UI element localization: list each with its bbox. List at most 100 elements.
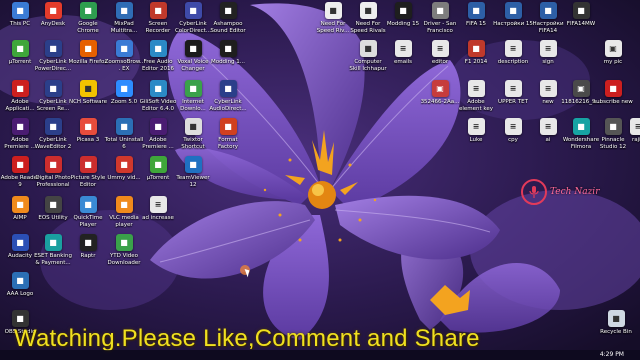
desktop-icon[interactable]: ≡ description <box>495 40 531 76</box>
desktop-icon[interactable]: ■ GiliSoft Video Editor 6.4.0 <box>140 80 176 116</box>
modding-icon: ■ <box>219 40 237 57</box>
desktop-icon[interactable]: ■ QuickTime Player <box>70 196 106 232</box>
folder-icon: ■ <box>359 40 377 57</box>
desktop-icon[interactable]: ≡ Luke <box>458 118 494 154</box>
powerdirector-icon: ■ <box>44 40 62 57</box>
desktop-icon[interactable]: ≡ emails <box>385 40 421 76</box>
desktop-icon[interactable]: ■ F1 2014 <box>458 40 494 76</box>
desktop-icon-label: description <box>497 59 529 65</box>
desktop-icon-label: Ashampoo Sound Editor <box>210 21 246 34</box>
desktop-icon-label: Computer Skill Ichhapur <box>349 59 387 72</box>
desktop-icon[interactable]: ■ Voxal Voice Changer <box>175 40 211 76</box>
desktop-icon[interactable]: ■ AAA Logo <box>2 272 38 308</box>
desktop-icon-label: my pic <box>603 59 623 65</box>
desktop-icon[interactable]: ■ MixPad Multitra... <box>106 2 142 38</box>
ytd-icon: ■ <box>115 234 133 251</box>
desktop-icon-label: NCH Software <box>68 99 108 105</box>
file-icon: ≡ <box>431 40 449 57</box>
desktop-icon[interactable]: ■ Total Uninstall 6 <box>105 118 143 154</box>
desktop-icon[interactable]: ▣ my pic <box>595 40 631 76</box>
desktop-icon[interactable]: ≡ UPPER TET <box>495 80 531 116</box>
desktop-icon[interactable]: ≡ rajiv <box>620 118 640 154</box>
desktop-icon[interactable]: ■ Modding 1... <box>210 40 246 76</box>
desktop-icon[interactable]: ■ µTorrent <box>140 156 176 192</box>
desktop-icon[interactable]: ■ Digital Photo Professional <box>35 156 71 192</box>
desktop-icon[interactable]: ■ Computer Skill Ichhapur <box>349 40 387 76</box>
desktop-icon[interactable]: ■ CyberLink Screen Re... <box>35 80 71 116</box>
desktop-icon[interactable]: ■ FIFA14MW <box>563 2 599 38</box>
desktop-icon[interactable]: ■ Internet Downlo... <box>175 80 211 116</box>
desktop-icon[interactable]: ■ EOS Utility <box>35 196 71 232</box>
nfs-rivals-icon: ■ <box>359 2 377 19</box>
recycle-bin-icon: ■ <box>607 310 625 327</box>
recorder-icon: ■ <box>149 2 167 19</box>
desktop-icon[interactable]: ■ Настройки FIFA14 <box>530 2 566 38</box>
desktop-icon[interactable]: ■ CyberLink WaveEditor 2 <box>35 118 71 154</box>
desktop-icon-label: FIFA 15 <box>466 21 486 27</box>
desktop-icon[interactable]: ■ Mozilla Firefox <box>69 40 107 76</box>
mixpad-icon: ■ <box>115 2 133 19</box>
desktop-icon[interactable]: ≡ new <box>530 80 566 116</box>
desktop-icon[interactable]: ■ Adobe Premiere ... <box>140 118 176 154</box>
desktop-icon[interactable]: ■ Picture Style Editor <box>70 156 106 192</box>
desktop-icon-label: editor <box>431 59 449 65</box>
desktop-icon[interactable]: ≡ editor <box>422 40 458 76</box>
file-icon: ≡ <box>504 80 522 97</box>
desktop-icon[interactable]: ■ NCH Software <box>68 80 108 116</box>
desktop-icon[interactable]: ■ FIFA 15 <box>458 2 494 38</box>
premiere-icon: ■ <box>149 118 167 135</box>
desktop-icon[interactable]: ■ VLC media player <box>106 196 142 232</box>
desktop-icon[interactable]: ■ subscribe new <box>593 80 633 116</box>
desktop-icon[interactable]: ▣ 11816216_9... <box>561 80 601 116</box>
desktop-icon[interactable]: ■ YTD Video Downloader <box>106 234 142 270</box>
subscribe-icon: ■ <box>604 80 622 97</box>
desktop-icon[interactable]: ■ Format Factory <box>210 118 246 154</box>
desktop-icon[interactable]: ■ Google Chrome <box>70 2 106 38</box>
desktop-icon[interactable]: ■ ZoomsoBrow... EX <box>105 40 143 76</box>
desktop-icon[interactable]: ■ Need For Speed Rivals <box>350 2 386 38</box>
desktop-icon-label: Recycle Bin <box>600 329 632 335</box>
settings-fifa14-icon: ■ <box>539 2 557 19</box>
desktop-icon[interactable]: ■ CyberLink PowerDirec... <box>35 40 71 76</box>
desktop-icon-label: CyberLink AudioDirect... <box>209 99 247 112</box>
desktop-icon[interactable]: ■ TeamViewer 12 <box>175 156 211 192</box>
desktop-icon-label: Raptr <box>80 253 96 259</box>
desktop-icon[interactable]: ≡ Adobe element key <box>458 80 494 116</box>
desktop-icon-label: CyberLink Screen Re... <box>36 99 70 112</box>
desktop-icon[interactable]: ■ Free Audio Editor 2016 <box>140 40 176 76</box>
desktop-icon[interactable]: ■ Raptr <box>70 234 106 270</box>
desktop-icon[interactable]: ■ Screen Recorder <box>140 2 176 38</box>
desktop-icon-label: Internet Downlo... <box>180 99 206 112</box>
desktop-icon[interactable]: ■ Need For Speed Riv... <box>315 2 351 38</box>
raptr-icon: ■ <box>79 234 97 251</box>
uninstall-icon: ■ <box>115 118 133 135</box>
desktop-icon-label: Voxal Voice Changer <box>177 59 209 72</box>
desktop-icon[interactable]: ■ Picasa 3 <box>70 118 106 154</box>
watermark-text: Tech Nazir <box>550 187 600 197</box>
desktop-icon[interactable]: ≡ sign <box>530 40 566 76</box>
desktop-icon[interactable]: ■ Modding 15 <box>385 2 421 38</box>
desktop-icon[interactable]: ■ This PC <box>2 2 38 38</box>
desktop-icon[interactable]: ■ AnyDesk <box>35 2 71 38</box>
modding-icon: ■ <box>394 2 412 19</box>
desktop-icon[interactable]: ≡ ad increase <box>140 196 176 232</box>
file-icon: ≡ <box>394 40 412 57</box>
desktop-icon[interactable]: ■ Recycle Bin <box>598 310 634 346</box>
desktop-icon[interactable]: ■ Zoom 5.0 <box>106 80 142 116</box>
desktop-icon[interactable]: ■ CyberLink AudioDirect... <box>209 80 247 116</box>
desktop-icon[interactable]: ■ Настройки 15 <box>493 2 533 38</box>
desktop-icon[interactable]: ■ ESET Banking & Payment... <box>34 234 72 270</box>
ummy-icon: ■ <box>115 156 133 173</box>
desktop-icon[interactable]: ■ Twixtor Shortcut <box>175 118 211 154</box>
audio-editor-icon: ■ <box>149 40 167 57</box>
desktop-icon[interactable]: ■ CyberLink ColorDirect... <box>175 2 211 38</box>
desktop-icon[interactable]: ■ AIMP <box>2 196 38 232</box>
desktop-icon-label: Digital Photo Professional <box>35 175 71 188</box>
desktop-icon[interactable]: ▣ 352466-2Aa... <box>421 80 459 116</box>
colordirector-icon: ■ <box>184 2 202 19</box>
taskbar-clock[interactable]: 4:29 PM <box>600 351 624 358</box>
desktop-icon[interactable]: ≡ cpy <box>495 118 531 154</box>
desktop-icon[interactable]: ■ Ashampoo Sound Editor <box>210 2 246 38</box>
desktop-icon[interactable]: ■ Driver - San Francisco <box>422 2 458 38</box>
desktop-icon[interactable]: ■ Ummy vid... <box>106 156 142 192</box>
